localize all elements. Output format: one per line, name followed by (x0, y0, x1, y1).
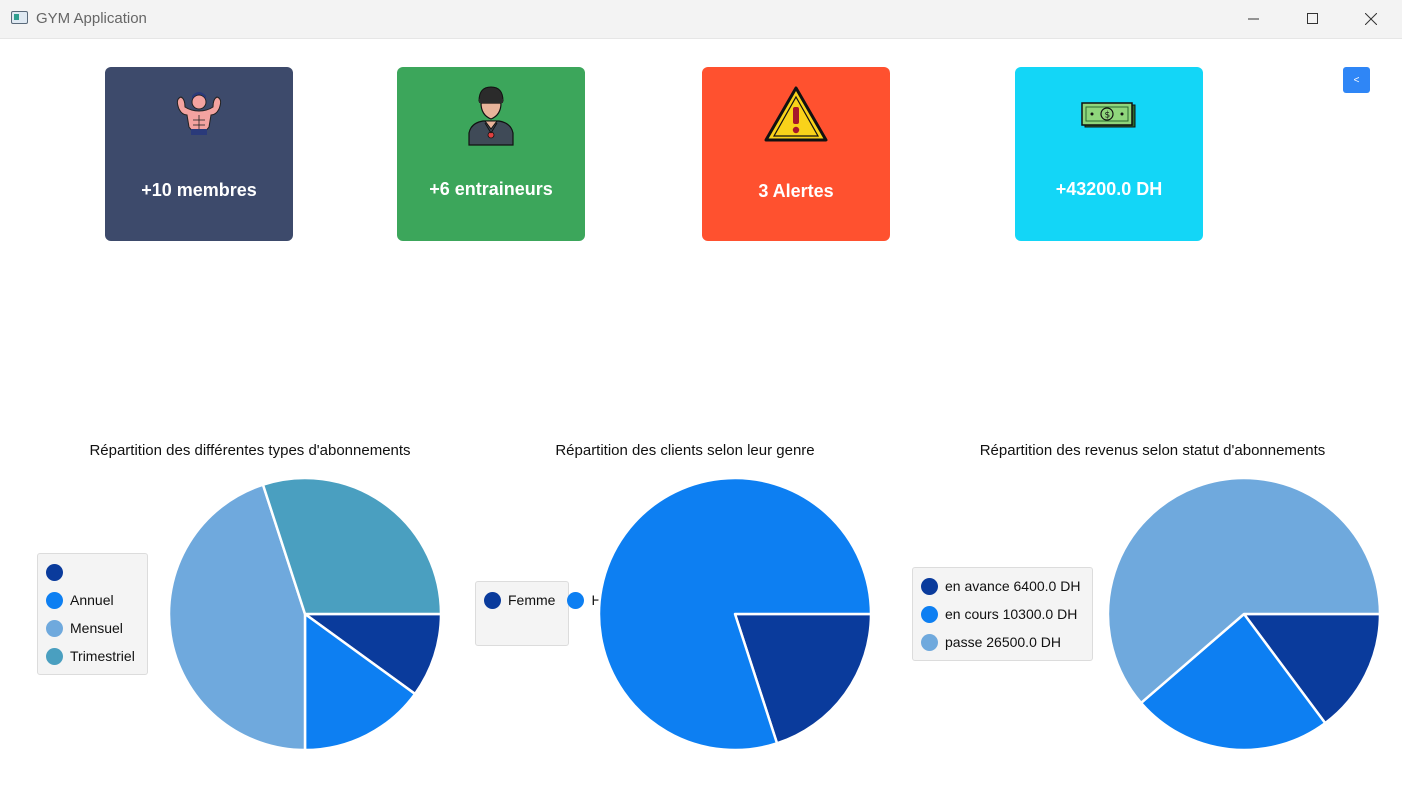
legend-marker (46, 591, 63, 609)
legend-revenue: en avance 6400.0 DH en cours 10300.0 DH … (912, 567, 1093, 661)
chart-title-revenue: Répartition des revenus selon statut d'a… (979, 442, 1326, 459)
minimize-icon (1248, 18, 1259, 20)
members-count: +10 membres (141, 180, 257, 200)
legend-item: passe 26500.0 DH (921, 628, 1084, 656)
alerts-card[interactable]: 3 Alertes (702, 67, 890, 241)
window-title: GYM Application (36, 10, 147, 27)
legend-marker (46, 563, 63, 581)
legend-marker (46, 619, 63, 637)
legend-item: Annuel (46, 586, 139, 614)
legend-label: Femme (508, 592, 556, 608)
legend-row: Femme Homme (484, 586, 640, 614)
revenue-total: +43200.0 DH (1055, 179, 1163, 199)
legend-item: en avance 6400.0 DH (921, 572, 1084, 600)
legend-item: en cours 10300.0 DH (921, 600, 1084, 628)
money-icon: $ (1015, 83, 1203, 147)
legend-item: Trimestriel (46, 642, 139, 670)
legend-subscriptions: Annuel Mensuel Trimestriel (37, 553, 148, 675)
legend-label: passe 26500.0 DH (945, 634, 1061, 650)
legend-marker (921, 577, 938, 595)
legend-label: en cours 10300.0 DH (945, 606, 1078, 622)
legend-item (46, 558, 139, 586)
close-icon (1365, 13, 1377, 25)
legend-marker (921, 605, 938, 623)
alerts-count: 3 Alertes (758, 181, 834, 201)
warning-icon (702, 83, 890, 147)
app-icon (11, 11, 28, 24)
trainers-card[interactable]: +6 entraineurs (397, 67, 585, 241)
members-card[interactable]: +10 membres (105, 67, 293, 241)
maximize-button[interactable] (1284, 0, 1342, 38)
pie-chart-subscriptions (167, 476, 443, 752)
pie-chart-revenue (1106, 476, 1382, 752)
legend-gender: Femme Homme (475, 581, 640, 646)
legend-marker (46, 647, 63, 665)
legend-marker (567, 591, 585, 609)
bodybuilder-icon (105, 83, 293, 147)
trainers-count: +6 entraineurs (429, 179, 553, 199)
legend-label: Annuel (70, 592, 114, 608)
chart-title-subscriptions: Répartition des différentes types d'abon… (89, 442, 411, 459)
pie-chart-gender (597, 476, 873, 752)
collapse-button[interactable]: < (1343, 67, 1370, 93)
legend-label: Mensuel (70, 620, 123, 636)
title-bar: GYM Application (0, 0, 1402, 39)
chart-title-gender: Répartition des clients selon leur genre (555, 442, 815, 459)
trainer-icon (397, 83, 585, 147)
legend-label: en avance 6400.0 DH (945, 578, 1081, 594)
legend-label: Trimestriel (70, 648, 135, 664)
maximize-icon (1307, 13, 1318, 24)
legend-marker (484, 591, 501, 609)
close-button[interactable] (1342, 0, 1400, 38)
legend-marker (921, 633, 938, 651)
svg-text:$: $ (1105, 111, 1111, 121)
legend-item: Mensuel (46, 614, 139, 642)
revenue-card[interactable]: $ +43200.0 DH (1015, 67, 1203, 241)
minimize-button[interactable] (1225, 0, 1283, 38)
legend-item: Femme (484, 586, 555, 614)
